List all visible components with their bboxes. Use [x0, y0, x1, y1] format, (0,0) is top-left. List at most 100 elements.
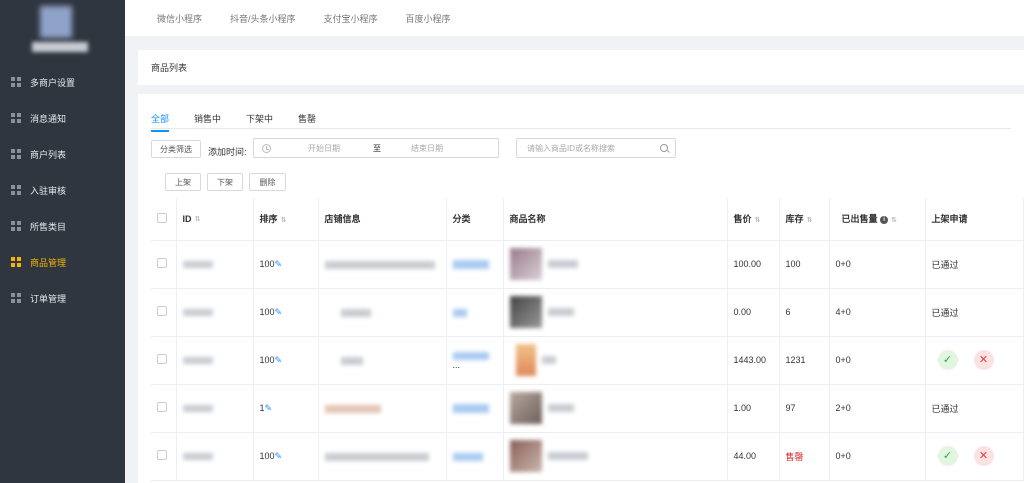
- id-cell: [176, 432, 254, 481]
- header-id-label: ID: [182, 213, 192, 224]
- row-checkbox-cell: [151, 432, 177, 481]
- header-sold[interactable]: 已出售量 i ⇅: [829, 198, 926, 241]
- grid-icon: [11, 257, 21, 267]
- reject-close-icon[interactable]: ✕: [973, 350, 994, 370]
- id-cell: [176, 336, 254, 385]
- topnav-alipay[interactable]: 支付宝小程序: [324, 12, 378, 25]
- category-filter-button[interactable]: 分类筛选: [151, 140, 201, 158]
- header-stock-label: 库存: [785, 214, 804, 225]
- header-id[interactable]: ID ⇅: [176, 198, 254, 241]
- apply-cell: 已通过: [925, 384, 1024, 433]
- header-sort[interactable]: 排序 ⇅: [253, 198, 319, 241]
- redacted-store: [340, 356, 363, 365]
- sidebar-item-categories[interactable]: 所售类目: [0, 208, 125, 244]
- header-price[interactable]: 售价 ⇅: [727, 198, 780, 241]
- sidebar-item-label: 所售类目: [30, 221, 67, 232]
- tab-divider: [151, 128, 1011, 129]
- header-name-label: 商品名称: [509, 214, 546, 225]
- redacted-store: [324, 260, 435, 269]
- row-checkbox-cell: [151, 384, 177, 433]
- redacted-category: [452, 452, 483, 461]
- row-checkbox[interactable]: [157, 306, 167, 316]
- stock-cell: 6: [779, 288, 830, 337]
- sidebar-item-merchant-list[interactable]: 商户列表: [0, 136, 125, 172]
- shelf-down-button[interactable]: 下架: [207, 173, 243, 191]
- start-date-input[interactable]: 开始日期: [308, 143, 340, 154]
- row-checkbox-cell: [151, 336, 177, 385]
- stock-cell-soldout: 售罄: [779, 432, 830, 481]
- sidebar-item-label: 商户列表: [30, 149, 67, 160]
- sort-icon[interactable]: ⇅: [281, 216, 287, 224]
- info-icon[interactable]: i: [880, 215, 889, 224]
- name-cell: [503, 384, 728, 433]
- edit-icon[interactable]: ✎: [275, 355, 283, 365]
- apply-cell: ✓ ✕: [925, 432, 1024, 481]
- category-cell: ...: [446, 336, 504, 385]
- status-tabs: 全部 销售中 下架中 售罄: [151, 112, 316, 132]
- username: [32, 42, 88, 52]
- sort-cell: 100✎: [253, 336, 319, 385]
- redacted-id: [182, 261, 213, 269]
- redacted-category: [452, 404, 489, 414]
- table-row: 1✎ 1.00 97 2+0 已通过: [151, 384, 1024, 433]
- sold-cell: 2+0: [829, 384, 926, 433]
- approve-check-icon[interactable]: ✓: [937, 350, 958, 370]
- tab-all[interactable]: 全部: [151, 112, 170, 132]
- tab-on-sale[interactable]: 销售中: [194, 112, 221, 125]
- sort-icon[interactable]: ⇅: [807, 216, 813, 224]
- stock-cell: 1231: [779, 336, 830, 385]
- product-thumbnail[interactable]: [509, 440, 542, 472]
- shelf-up-button[interactable]: 上架: [165, 173, 201, 191]
- table-row: 100✎ 0.00 6 4+0 已通过: [151, 288, 1024, 337]
- delete-button[interactable]: 删除: [249, 173, 286, 191]
- product-thumbnail[interactable]: [515, 344, 536, 376]
- sidebar-item-label: 订单管理: [30, 293, 67, 304]
- topnav-baidu[interactable]: 百度小程序: [406, 12, 451, 25]
- row-checkbox[interactable]: [157, 450, 167, 460]
- sort-icon[interactable]: ⇅: [755, 216, 761, 224]
- sidebar-item-merchant-settings[interactable]: 多商户设置: [0, 64, 125, 100]
- sidebar-item-product-management[interactable]: 商品管理: [0, 244, 125, 280]
- header-price-label: 售价: [733, 214, 752, 225]
- sidebar: 多商户设置 消息通知 商户列表 入驻审核 所售类目 商品管理 订单管理: [0, 0, 125, 483]
- tab-sold-out[interactable]: 售罄: [298, 112, 316, 125]
- tab-off-shelf[interactable]: 下架中: [246, 112, 273, 125]
- sort-icon[interactable]: ⇅: [195, 215, 201, 223]
- topnav-wechat[interactable]: 微信小程序: [157, 12, 202, 25]
- select-all-checkbox[interactable]: [157, 212, 167, 223]
- product-thumbnail[interactable]: [509, 392, 542, 424]
- stock-cell: 100: [779, 240, 830, 289]
- search-icon[interactable]: [660, 144, 668, 152]
- row-checkbox[interactable]: [157, 354, 167, 364]
- search-input[interactable]: 请输入商品ID或名称搜索: [516, 138, 676, 158]
- product-thumbnail[interactable]: [509, 296, 542, 328]
- sort-icon[interactable]: ⇅: [891, 216, 897, 224]
- stock-cell: 97: [779, 384, 830, 433]
- price-cell: 100.00: [727, 240, 780, 289]
- row-checkbox[interactable]: [157, 402, 167, 412]
- sidebar-item-order-management[interactable]: 订单管理: [0, 280, 125, 316]
- header-stock[interactable]: 库存 ⇅: [779, 198, 830, 241]
- topnav-douyin[interactable]: 抖音/头条小程序: [230, 12, 296, 25]
- edit-icon[interactable]: ✎: [275, 307, 283, 317]
- category-cell: [446, 432, 504, 481]
- date-range-picker[interactable]: 开始日期 至 结束日期: [253, 138, 499, 158]
- edit-icon[interactable]: ✎: [275, 259, 283, 269]
- row-checkbox[interactable]: [157, 258, 167, 268]
- edit-icon[interactable]: ✎: [275, 451, 283, 461]
- sidebar-item-notifications[interactable]: 消息通知: [0, 100, 125, 136]
- header-name: 商品名称: [503, 198, 728, 241]
- sidebar-item-entry-review[interactable]: 入驻审核: [0, 172, 125, 208]
- redacted-name: [547, 308, 574, 316]
- store-cell: [318, 240, 447, 289]
- sort-value: 100: [259, 354, 275, 365]
- product-thumbnail[interactable]: [509, 248, 542, 280]
- store-cell: [318, 288, 447, 337]
- id-cell: [176, 384, 254, 433]
- avatar[interactable]: [40, 6, 72, 38]
- end-date-input[interactable]: 结束日期: [411, 143, 443, 154]
- add-time-label: 添加时间:: [208, 147, 247, 157]
- approve-check-icon[interactable]: ✓: [937, 446, 958, 466]
- reject-close-icon[interactable]: ✕: [973, 446, 994, 466]
- edit-icon[interactable]: ✎: [265, 403, 273, 413]
